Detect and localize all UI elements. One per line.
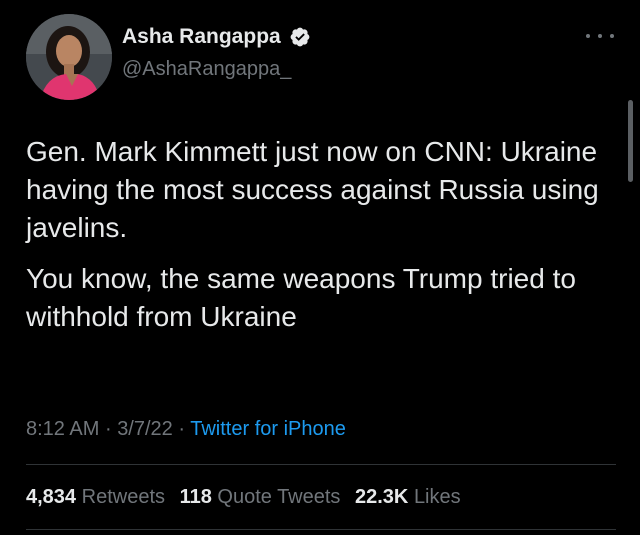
author-handle[interactable]: @AshaRangappa_ (122, 58, 291, 81)
tweet-source-link[interactable]: Twitter for iPhone (190, 418, 346, 440)
retweets-stat[interactable]: 4,834 Retweets (26, 486, 165, 509)
quote-tweets-count: 118 (179, 486, 212, 508)
more-options-icon[interactable] (586, 30, 614, 42)
tweet-paragraph: You know, the same weapons Trump tried t… (26, 263, 576, 332)
profile-photo-icon (26, 14, 112, 100)
author-display-name[interactable]: Asha Rangappa (122, 25, 281, 49)
tweet-detail: Asha Rangappa @AshaRangappa_ Gen. Mark K… (0, 0, 640, 535)
meta-separator: · (104, 418, 112, 440)
likes-count: 22.3K (355, 486, 409, 508)
avatar[interactable] (26, 14, 112, 100)
likes-stat[interactable]: 22.3K Likes (355, 486, 461, 509)
divider (26, 464, 616, 465)
engagement-stats: 4,834 Retweets 118 Quote Tweets 22.3K Li… (26, 486, 470, 509)
scrollbar[interactable] (628, 100, 633, 182)
likes-label: Likes (413, 486, 461, 508)
verified-badge-icon (290, 27, 310, 47)
tweet-text: Gen. Mark Kimmett just now on CNN: Ukrai… (26, 133, 616, 349)
retweets-label: Retweets (81, 486, 165, 508)
tweet-meta: 8:12 AM · 3/7/22 · Twitter for iPhone (26, 418, 346, 441)
divider (26, 529, 616, 530)
author-name-row[interactable]: Asha Rangappa (122, 25, 311, 49)
retweets-count: 4,834 (26, 486, 77, 508)
meta-separator: · (178, 418, 186, 440)
tweet-date[interactable]: 3/7/22 (117, 418, 173, 440)
tweet-paragraph: Gen. Mark Kimmett just now on CNN: Ukrai… (26, 136, 599, 243)
tweet-time[interactable]: 8:12 AM (26, 418, 99, 440)
quote-tweets-label: Quote Tweets (217, 486, 341, 508)
quote-tweets-stat[interactable]: 118 Quote Tweets (180, 486, 341, 509)
